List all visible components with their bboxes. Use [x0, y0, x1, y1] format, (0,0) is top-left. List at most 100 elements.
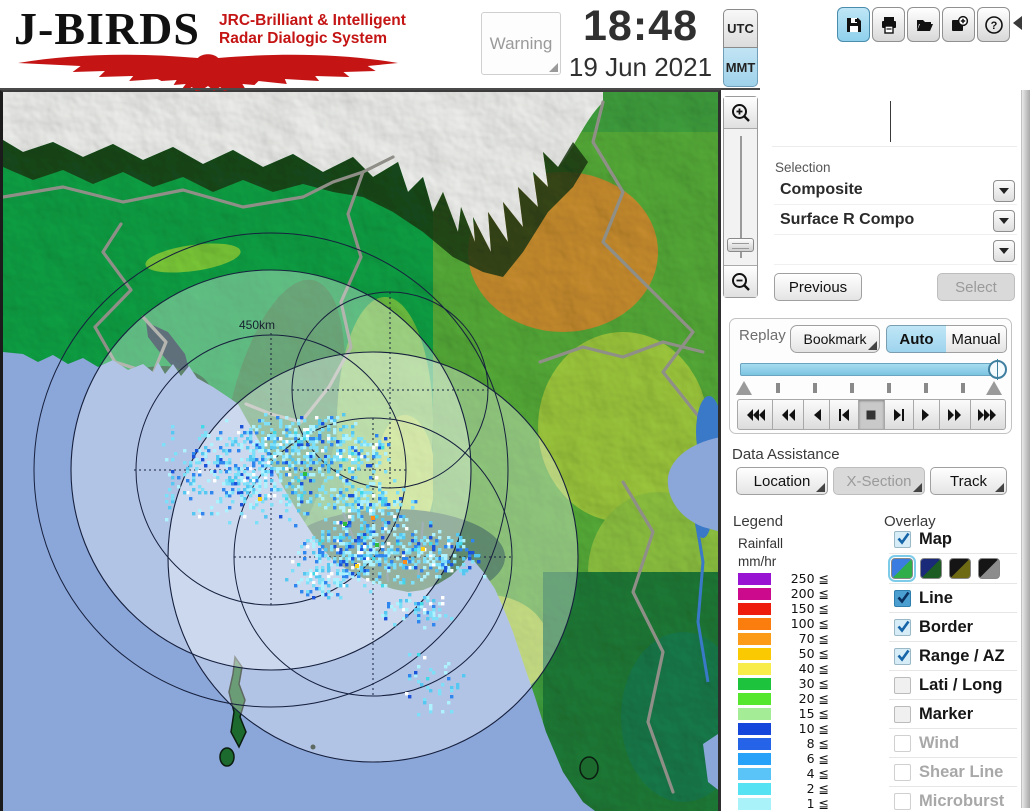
replay-panel: Replay Bookmark Auto Manual	[729, 318, 1012, 434]
overlay-item-label: Range / AZ	[919, 646, 1005, 665]
legend-row: 30 ≦	[738, 676, 868, 691]
collapse-panel-arrow-icon[interactable]	[1013, 16, 1022, 30]
zoom-slider-handle[interactable]	[727, 238, 754, 252]
map-style-swatch-selected[interactable]	[888, 555, 916, 582]
eagle-logo-icon	[18, 54, 398, 91]
playback-controls	[737, 399, 1006, 430]
product-dropdown-value: Surface R Compo	[780, 211, 915, 228]
print-button[interactable]	[872, 7, 905, 42]
category-dropdown-arrow-icon[interactable]	[993, 180, 1015, 202]
previous-button[interactable]: Previous	[774, 273, 862, 301]
zoom-out-button[interactable]	[724, 265, 757, 297]
product-dropdown[interactable]: Surface R Compo	[774, 208, 1017, 235]
forward-fastest-button[interactable]	[969, 399, 1006, 430]
option-dropdown[interactable]	[774, 238, 1017, 265]
overlay-item-microburst[interactable]: Microburst	[889, 787, 1017, 811]
play-reverse-button[interactable]	[802, 399, 831, 430]
tick-icon	[850, 383, 854, 393]
overlay-item-label: Wind	[919, 733, 960, 752]
panel-scrollbar[interactable]	[1021, 51, 1030, 808]
stop-button[interactable]	[857, 399, 886, 430]
step-back-button[interactable]	[829, 399, 859, 430]
product-dropdown-arrow-icon[interactable]	[993, 210, 1015, 232]
option-dropdown-arrow-icon[interactable]	[993, 240, 1015, 262]
legend-value: 2 ≦	[806, 781, 829, 796]
unchecked-checkbox[interactable]	[894, 676, 911, 694]
unchecked-checkbox[interactable]	[894, 763, 911, 781]
x-section-button[interactable]: X-Section	[833, 467, 925, 495]
legend-row: 8 ≦	[738, 736, 868, 751]
mmt-button[interactable]: MMT	[723, 48, 758, 87]
legend-row: 10 ≦	[738, 721, 868, 736]
app-logo: J-BIRDS JRC-Brilliant & Intelligent Rada…	[12, 3, 407, 91]
warning-label: Warning	[489, 33, 553, 53]
legend-title-line2: mm/hr	[738, 553, 777, 569]
legend-scale: 250 ≦ 200 ≦ 150 ≦ 100 ≦ 70 ≦ 50 ≦ 40 ≦ 30 ≦ 20 ≦…	[738, 571, 868, 811]
legend-color-swatch	[738, 677, 771, 690]
forward-fast-button[interactable]	[939, 399, 971, 430]
step-forward-icon	[893, 408, 904, 421]
location-button[interactable]: Location	[736, 467, 828, 495]
overlay-item-lati-long[interactable]: Lati / Long	[889, 671, 1017, 700]
map-style-swatch[interactable]	[978, 558, 1000, 579]
legend-color-swatch	[738, 692, 771, 705]
map-style-swatches	[888, 554, 1017, 584]
checked-checkbox[interactable]	[894, 618, 911, 636]
legend-value: 15 ≦	[798, 706, 829, 721]
legend-row: 40 ≦	[738, 661, 868, 676]
map-style-swatch[interactable]	[920, 558, 942, 579]
overlay-item-border[interactable]: Border	[889, 613, 1017, 642]
legend-color-swatch	[738, 617, 771, 630]
overlay-item-range-az[interactable]: Range / AZ	[889, 642, 1017, 671]
save-button[interactable]	[837, 7, 870, 42]
warning-button[interactable]: Warning	[481, 12, 561, 75]
checked-checkbox[interactable]	[894, 589, 911, 607]
legend-value: 100 ≦	[790, 616, 829, 631]
bookmark-button[interactable]: Bookmark	[790, 325, 880, 353]
control-panel: Myanmar DMH Selection Composite Surface …	[721, 46, 1030, 811]
clock-date: 19 Jun 2021	[568, 52, 713, 82]
track-button[interactable]: Track	[930, 467, 1007, 495]
unchecked-checkbox[interactable]	[894, 734, 911, 752]
zoom-slider-track[interactable]	[724, 130, 757, 265]
select-button[interactable]: Select	[937, 273, 1015, 301]
station-listbox[interactable]	[772, 96, 1017, 147]
manual-mode-button[interactable]: Manual	[946, 325, 1007, 353]
legend-value: 4 ≦	[806, 766, 829, 781]
replay-slider-handle[interactable]	[988, 359, 1007, 380]
legend-value: 40 ≦	[798, 661, 829, 676]
legend-row: 20 ≦	[738, 691, 868, 706]
legend-row: 70 ≦	[738, 631, 868, 646]
open-button[interactable]	[907, 7, 940, 42]
play-reverse-icon	[813, 408, 821, 421]
legend-color-swatch	[738, 572, 771, 585]
unchecked-checkbox[interactable]	[894, 705, 911, 723]
replay-slider-track[interactable]	[740, 359, 1007, 380]
play-button[interactable]	[912, 399, 941, 430]
bookmark-label: Bookmark	[803, 331, 867, 347]
overlay-item-label: Microburst	[919, 791, 1005, 810]
rewind-fast-button[interactable]	[772, 399, 804, 430]
overlay-item-marker[interactable]: Marker	[889, 700, 1017, 729]
radar-map[interactable]: 450km	[3, 92, 721, 811]
overlay-item-map[interactable]: Map	[889, 525, 1017, 554]
legend-value: 20 ≦	[798, 691, 829, 706]
auto-mode-button[interactable]: Auto	[886, 325, 947, 353]
unchecked-checkbox[interactable]	[894, 792, 911, 810]
checked-checkbox[interactable]	[894, 647, 911, 665]
zoom-in-button[interactable]	[724, 97, 757, 129]
help-button[interactable]: ?	[977, 7, 1010, 42]
map-style-swatch[interactable]	[949, 558, 971, 579]
utc-button[interactable]: UTC	[723, 9, 758, 48]
category-dropdown[interactable]: Composite	[774, 178, 1017, 205]
legend-color-swatch	[738, 632, 771, 645]
legend-title-line1: Rainfall	[738, 536, 784, 551]
rewind-fastest-button[interactable]	[737, 399, 774, 430]
checked-checkbox[interactable]	[894, 530, 911, 548]
x-section-label: X-Section	[846, 472, 912, 490]
step-forward-button[interactable]	[884, 399, 914, 430]
overlay-item-shear-line[interactable]: Shear Line	[889, 758, 1017, 787]
add-image-button[interactable]	[942, 7, 975, 42]
overlay-item-wind[interactable]: Wind	[889, 729, 1017, 758]
overlay-item-line[interactable]: Line	[889, 584, 1017, 613]
